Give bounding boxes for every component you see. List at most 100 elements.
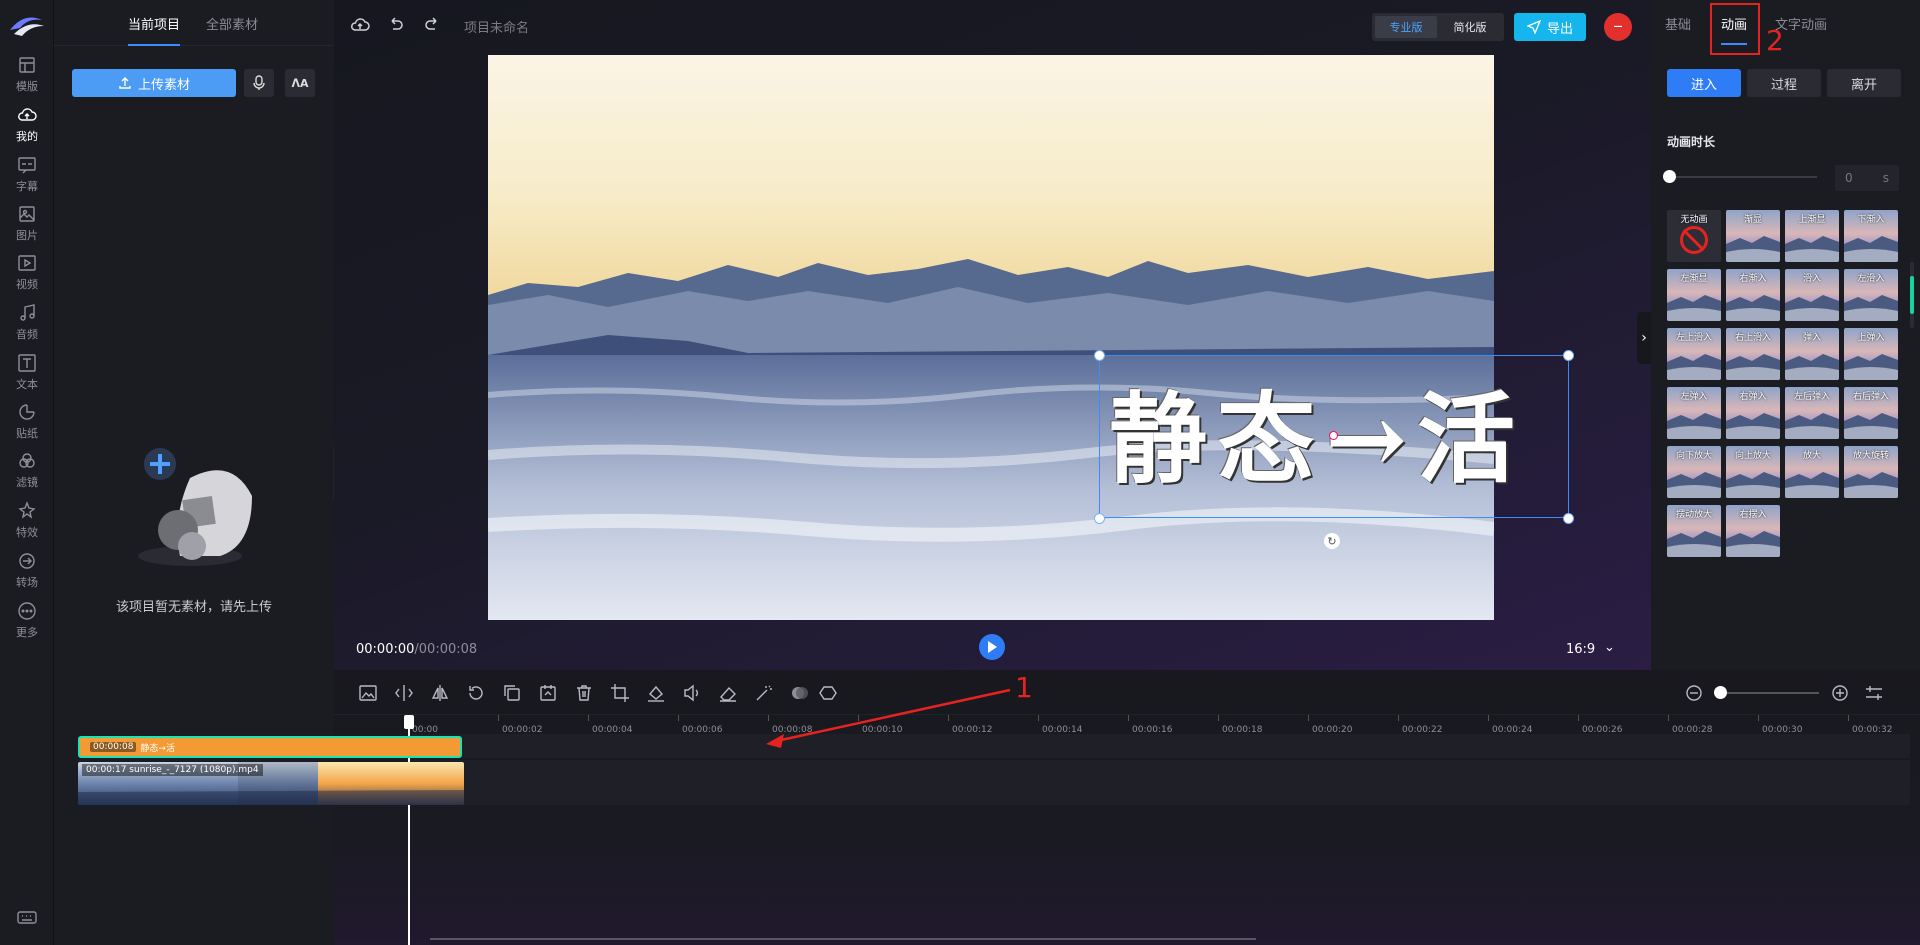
play-button[interactable] — [979, 634, 1005, 660]
collapse-right-panel-button[interactable]: › — [1637, 312, 1651, 364]
animation-preset[interactable]: 渐显 — [1726, 210, 1780, 262]
tab-basic[interactable]: 基础 — [1665, 14, 1691, 33]
animation-preset[interactable]: 摆动放大 — [1667, 505, 1721, 557]
volume-icon[interactable] — [682, 683, 702, 703]
resize-handle-bottom-right[interactable] — [1563, 513, 1574, 524]
delete-icon[interactable] — [574, 683, 594, 703]
rail-item-0[interactable]: 模版 — [0, 48, 54, 100]
duration-value: 0 — [1845, 171, 1853, 185]
animation-none[interactable]: 无动画 — [1667, 210, 1721, 262]
mask-icon[interactable] — [790, 683, 810, 703]
rail-item-2[interactable]: 字幕 — [0, 148, 54, 200]
rail-item-11[interactable]: 更多 — [0, 594, 54, 646]
rail-item-label: 贴纸 — [16, 426, 38, 440]
animation-preset[interactable]: 向上放大 — [1726, 446, 1780, 498]
rotate-clip-icon[interactable] — [466, 683, 486, 703]
duration-slider[interactable] — [1663, 170, 1817, 183]
ruler-tick — [1218, 715, 1219, 721]
eraser-icon[interactable] — [718, 683, 738, 703]
animation-preset[interactable]: 右弹入 — [1726, 387, 1780, 439]
aspect-ratio-value[interactable]: 16:9 — [1566, 642, 1595, 657]
mirror-icon[interactable] — [430, 683, 450, 703]
right-panel-scrollbar[interactable] — [1910, 262, 1914, 328]
animation-preset[interactable]: 左后弹入 — [1785, 387, 1839, 439]
rail-item-1[interactable]: 我的 — [0, 98, 54, 150]
copy-icon[interactable] — [502, 683, 522, 703]
rail-item-8[interactable]: 滤镜 — [0, 444, 54, 496]
rail-item-9[interactable]: 特效 — [0, 494, 54, 546]
rail-item-5[interactable]: 音频 — [0, 296, 54, 348]
cloud-save-icon[interactable] — [350, 15, 370, 35]
segment-enter[interactable]: 进入 — [1667, 69, 1741, 97]
pro-version-button[interactable]: 专业版 — [1375, 16, 1437, 38]
rotate-icon[interactable]: ↻ — [1324, 533, 1340, 549]
text-to-speech-button[interactable]: ᐱA — [285, 69, 315, 97]
timeline-horizontal-scrollbar[interactable] — [430, 938, 1256, 940]
export-button[interactable]: 导出 — [1514, 13, 1586, 41]
timeline-zoom-knob[interactable] — [1714, 686, 1727, 699]
ruler-tick — [1128, 715, 1129, 721]
animation-preset[interactable]: 向下放大 — [1667, 446, 1721, 498]
rail-item-4[interactable]: 视频 — [0, 246, 54, 298]
animation-preset[interactable]: 左上滑入 — [1667, 328, 1721, 380]
animation-preset[interactable]: 左渐显 — [1667, 269, 1721, 321]
tab-current-project[interactable]: 当前项目 — [128, 14, 181, 46]
duration-slider-knob[interactable] — [1663, 170, 1676, 183]
animation-preset[interactable]: 弹入 — [1785, 328, 1839, 380]
animation-preset[interactable]: 放大 — [1785, 446, 1839, 498]
anchor-point[interactable] — [1329, 431, 1338, 440]
record-audio-button[interactable] — [244, 69, 274, 97]
annotation-number-1: 1 — [1015, 671, 1033, 704]
crop-icon[interactable] — [610, 683, 630, 703]
user-avatar[interactable]: — — [1604, 13, 1632, 41]
export-label: 导出 — [1546, 21, 1573, 37]
empty-illustration — [138, 448, 252, 566]
video-clip[interactable]: 00:00:17 sunrise_-_7127 (1080p).mp4 — [78, 762, 464, 805]
add-image-icon[interactable] — [358, 683, 378, 703]
zoom-in-icon[interactable] — [1830, 683, 1850, 703]
blend-icon[interactable] — [818, 683, 838, 703]
freeze-frame-icon[interactable] — [538, 683, 558, 703]
fill-color-icon[interactable] — [646, 683, 666, 703]
magic-wand-icon[interactable] — [754, 683, 774, 703]
text-clip[interactable]: 00:00:08 静态→活 — [78, 736, 462, 758]
animation-preset[interactable]: 上弹入 — [1844, 328, 1898, 380]
timeline-zoom-slider[interactable] — [1724, 692, 1819, 694]
upload-material-button[interactable]: 上传素材 — [72, 69, 236, 97]
fit-timeline-icon[interactable] — [1864, 683, 1884, 703]
undo-icon[interactable] — [386, 15, 406, 35]
animation-preset[interactable]: 右后弹入 — [1844, 387, 1898, 439]
segment-leave[interactable]: 离开 — [1827, 69, 1901, 97]
animation-preset[interactable]: 左滑入 — [1844, 269, 1898, 321]
redo-icon[interactable] — [422, 15, 442, 35]
video-canvas[interactable] — [488, 55, 1494, 620]
resize-handle-top-right[interactable] — [1563, 350, 1574, 361]
resize-handle-bottom-left[interactable] — [1094, 513, 1105, 524]
rail-item-7[interactable]: 贴纸 — [0, 395, 54, 447]
simple-version-button[interactable]: 简化版 — [1439, 16, 1501, 38]
text-track[interactable] — [408, 734, 1910, 758]
rail-item-10[interactable]: 转场 — [0, 544, 54, 596]
animation-preset[interactable]: 右渐入 — [1726, 269, 1780, 321]
animation-preset[interactable]: 下渐入 — [1844, 210, 1898, 262]
resize-handle-top-left[interactable] — [1094, 350, 1105, 361]
segment-process[interactable]: 过程 — [1747, 69, 1821, 97]
animation-preset[interactable]: 滑入 — [1785, 269, 1839, 321]
animation-preset[interactable]: 右上滑入 — [1726, 328, 1780, 380]
zoom-out-icon[interactable] — [1684, 683, 1704, 703]
split-icon[interactable] — [394, 683, 414, 703]
animation-preset[interactable]: 右摆入 — [1726, 505, 1780, 557]
rail-item-3[interactable]: 图片 — [0, 197, 54, 249]
animation-preset[interactable]: 左弹入 — [1667, 387, 1721, 439]
play-icon — [988, 641, 997, 653]
chevron-down-icon[interactable]: ⌄ — [1604, 640, 1615, 655]
keyboard-icon[interactable] — [16, 907, 38, 927]
animation-preset[interactable]: 上渐显 — [1785, 210, 1839, 262]
video-track[interactable] — [408, 760, 1910, 805]
project-name[interactable]: 项目未命名 — [464, 17, 529, 36]
rail-item-6[interactable]: 文本 — [0, 346, 54, 398]
ruler-tick — [1578, 715, 1579, 721]
duration-input[interactable]: 0 s — [1835, 165, 1899, 191]
tab-all-materials[interactable]: 全部素材 — [206, 14, 258, 33]
animation-preset[interactable]: 放大旋转 — [1844, 446, 1898, 498]
